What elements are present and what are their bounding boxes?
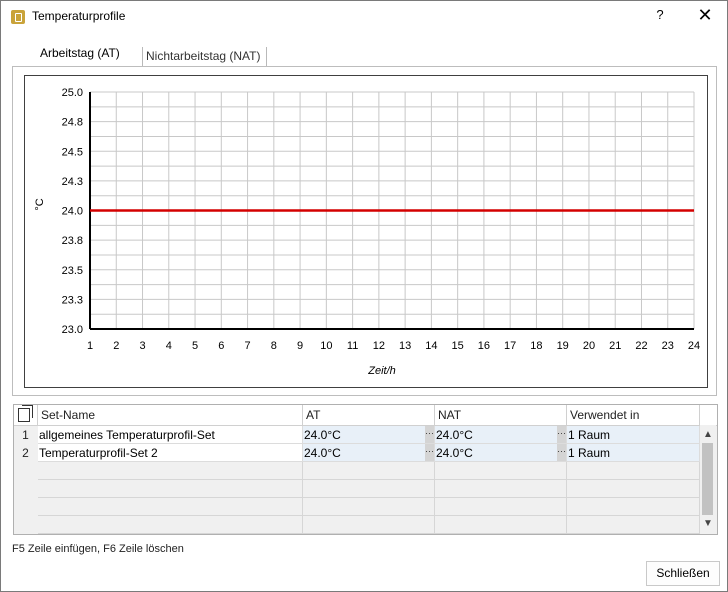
column-header-nat[interactable]: NAT: [435, 405, 567, 426]
app-icon: [11, 10, 25, 24]
y-tick-label: 24.8: [62, 117, 83, 129]
empty-cell: [567, 480, 700, 498]
empty-cell: [303, 480, 435, 498]
y-tick-label: 24.3: [62, 176, 83, 188]
x-tick-label: 24: [688, 340, 700, 352]
column-header-used-in[interactable]: Verwendet in: [567, 405, 700, 426]
profile-table: Set-Name AT NAT Verwendet in 1 allgemein…: [13, 404, 718, 535]
keyboard-hint: F5 Zeile einfügen, F6 Zeile löschen: [12, 543, 184, 555]
x-tick-label: 3: [139, 340, 145, 352]
x-tick-label: 19: [557, 340, 569, 352]
empty-cell: [435, 498, 567, 516]
x-tick-label: 12: [373, 340, 385, 352]
scroll-down-icon[interactable]: ▼: [700, 516, 716, 532]
empty-cell: [38, 462, 303, 480]
x-tick-label: 10: [320, 340, 332, 352]
x-tick-label: 18: [530, 340, 542, 352]
x-tick-label: 14: [425, 340, 437, 352]
scroll-thumb[interactable]: [702, 443, 713, 515]
at-cell[interactable]: 24.0°C ···: [303, 444, 435, 462]
empty-cell: [38, 498, 303, 516]
table-corner[interactable]: [14, 405, 38, 426]
y-tick-label: 25.0: [62, 87, 83, 99]
scroll-up-icon[interactable]: ▲: [700, 427, 716, 443]
x-tick-label: 5: [192, 340, 198, 352]
x-tick-label: 21: [609, 340, 621, 352]
column-header-at[interactable]: AT: [303, 405, 435, 426]
tab-label: Arbeitstag (AT): [40, 46, 120, 60]
empty-cell: [567, 462, 700, 480]
nat-cell[interactable]: 24.0°C ···: [435, 444, 567, 462]
y-axis-label: °C: [34, 198, 46, 210]
nat-cell[interactable]: 24.0°C ···: [435, 426, 567, 444]
header-filler: [700, 405, 717, 426]
at-ellipsis-button[interactable]: ···: [425, 426, 434, 443]
x-tick-label: 23: [662, 340, 674, 352]
at-ellipsis-button[interactable]: ···: [425, 444, 434, 461]
empty-cell: [38, 516, 303, 534]
y-tick-label: 24.0: [62, 206, 83, 218]
x-tick-label: 15: [452, 340, 464, 352]
title-bar: Temperaturprofile ? ✕: [1, 1, 727, 32]
empty-cell: [303, 462, 435, 480]
help-button[interactable]: ?: [652, 7, 668, 25]
window-title: Temperaturprofile: [32, 9, 126, 23]
used-in-cell[interactable]: 1 Raum: [567, 444, 700, 462]
x-tick-label: 8: [271, 340, 277, 352]
y-tick-label: 23.8: [62, 235, 83, 247]
set-name-cell[interactable]: allgemeines Temperaturprofil-Set: [38, 426, 303, 444]
x-tick-label: 7: [245, 340, 251, 352]
tab-arbeitstag[interactable]: Arbeitstag (AT): [34, 45, 134, 67]
x-tick-label: 17: [504, 340, 516, 352]
used-in-cell[interactable]: 1 Raum: [567, 426, 700, 444]
empty-cell: [567, 516, 700, 534]
dialog-window: Temperaturprofile ? ✕ Arbeitstag (AT) Ni…: [0, 0, 728, 592]
x-tick-label: 9: [297, 340, 303, 352]
empty-cell: [435, 480, 567, 498]
table-row[interactable]: 2 Temperaturprofil-Set 2 24.0°C ··· 24.0°…: [14, 444, 700, 462]
row-number: 1: [14, 426, 37, 444]
x-tick-label: 11: [347, 340, 358, 352]
empty-cell: [435, 462, 567, 480]
x-tick-label: 20: [583, 340, 595, 352]
empty-cell: [303, 516, 435, 534]
temperature-chart: 1 2 3 4 5 6 7 8 9 10 11 12 13 14 15 16 17 18 19 20 21 22 23 24 2…: [24, 75, 708, 388]
vertical-scrollbar[interactable]: ▲ ▼: [700, 425, 716, 533]
empty-cell: [435, 516, 567, 534]
tab-label: Nichtarbeitstag (NAT): [146, 49, 261, 63]
nat-ellipsis-button[interactable]: ···: [557, 444, 566, 461]
x-tick-label: 4: [166, 340, 172, 352]
x-tick-label: 22: [635, 340, 647, 352]
row-number: 2: [14, 444, 37, 462]
x-axis-label: Zeit/h: [367, 365, 396, 377]
empty-cell: [303, 498, 435, 516]
empty-cell: [38, 480, 303, 498]
y-tick-label: 23.0: [62, 324, 83, 336]
x-tick-label: 16: [478, 340, 490, 352]
close-icon[interactable]: ✕: [695, 5, 715, 25]
tab-nichtarbeitstag[interactable]: Nichtarbeitstag (NAT): [142, 47, 267, 66]
set-name-cell[interactable]: Temperaturprofil-Set 2: [38, 444, 303, 462]
x-tick-label: 1: [87, 340, 93, 352]
y-tick-label: 23.5: [62, 265, 83, 277]
x-tick-label: 6: [218, 340, 224, 352]
column-header-set-name[interactable]: Set-Name: [38, 405, 303, 426]
x-tick-label: 2: [113, 340, 119, 352]
schliessen-button[interactable]: Schließen: [646, 561, 720, 586]
x-tick-label: 13: [399, 340, 411, 352]
at-cell[interactable]: 24.0°C ···: [303, 426, 435, 444]
table-row[interactable]: 1 allgemeines Temperaturprofil-Set 24.0°…: [14, 426, 700, 444]
chart-svg: 1 2 3 4 5 6 7 8 9 10 11 12 13 14 15 16 17 18 19 20 21 22 23 242…: [34, 87, 700, 377]
empty-cell: [567, 498, 700, 516]
copy-icon[interactable]: [18, 405, 33, 422]
nat-ellipsis-button[interactable]: ···: [557, 426, 566, 443]
y-tick-label: 24.5: [62, 146, 83, 158]
y-tick-label: 23.3: [62, 294, 83, 306]
